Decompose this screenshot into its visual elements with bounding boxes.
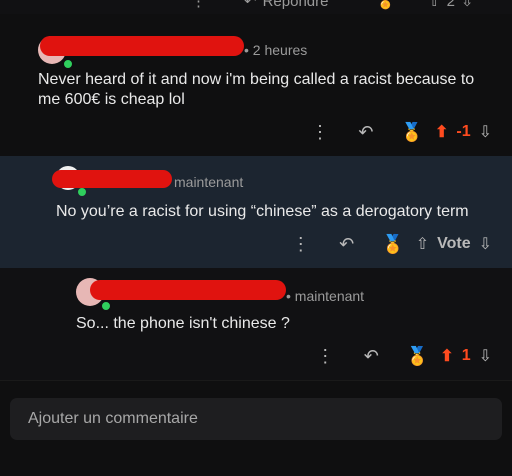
vote-group: ⬆ 1 ⇩ [440, 346, 492, 366]
vote-group: ⇧ Vote ⇩ [416, 234, 492, 254]
upvote-icon[interactable]: ⇧ [428, 0, 441, 10]
redacted-username [40, 36, 244, 56]
comment-text: No you’re a racist for using “chinese” a… [56, 203, 469, 220]
award-icon[interactable]: 🏅 [370, 230, 416, 258]
redacted-username [90, 280, 286, 300]
vote-count: 2 [446, 0, 455, 10]
score: 1 [461, 347, 471, 364]
vote-group: ⬆ -1 ⇩ [435, 122, 492, 142]
award-icon[interactable]: 🏅 [394, 342, 440, 370]
award-icon[interactable]: 🏅 [389, 118, 435, 146]
bottom-strip [0, 450, 512, 476]
reply-icon: ↶ [244, 0, 257, 10]
online-indicator [62, 58, 74, 70]
reply-icon[interactable]: ↶ [343, 118, 389, 146]
downvote-icon[interactable]: ⇩ [479, 234, 492, 254]
comment-time: maintenant [174, 174, 244, 190]
score: -1 [456, 123, 471, 140]
reply-icon[interactable]: ↶ [324, 230, 370, 258]
top-award-icon[interactable]: 🏅 [376, 0, 395, 10]
downvote-icon[interactable]: ⇩ [479, 122, 492, 142]
comment-2: maintenant No you’re a racist for using … [0, 156, 512, 268]
divider [0, 380, 512, 381]
add-comment-input[interactable]: Ajouter un commentaire [10, 398, 502, 440]
upvote-icon[interactable]: ⇧ [416, 234, 429, 254]
upvote-icon[interactable]: ⬆ [435, 122, 448, 142]
vote-label: Vote [437, 235, 471, 252]
comment-1: • 2 heures Never heard of it and now i'm… [0, 28, 512, 156]
comment-actions: ⋮ ↶ 🏅 ⬆ -1 ⇩ [297, 118, 492, 146]
online-indicator [100, 300, 112, 312]
comment-actions: ⋮ ↶ 🏅 ⬆ 1 ⇩ [302, 342, 492, 370]
comment-actions: ⋮ ↶ 🏅 ⇧ Vote ⇩ [278, 230, 492, 258]
top-more-icon[interactable]: ⋮ [191, 0, 206, 10]
more-icon[interactable]: ⋮ [278, 230, 324, 258]
top-vote-group: ⇧ 2 ⇩ [428, 0, 474, 10]
comment-3: • maintenant So... the phone isn't chine… [0, 268, 512, 380]
upvote-icon[interactable]: ⬆ [440, 346, 453, 366]
reply-icon[interactable]: ↶ [348, 342, 394, 370]
top-reply-button[interactable]: ↶ Répondre [244, 0, 328, 10]
more-icon[interactable]: ⋮ [297, 118, 343, 146]
redacted-username [52, 170, 172, 188]
comment-text: Never heard of it and now i'm being call… [38, 71, 475, 108]
downvote-icon[interactable]: ⇩ [479, 346, 492, 366]
placeholder-text: Ajouter un commentaire [28, 410, 198, 427]
top-action-bar: ⋮ ↶ Répondre 🏅 ⇧ 2 ⇩ [0, 0, 512, 14]
comment-time: • 2 heures [244, 42, 308, 58]
comment-time: • maintenant [286, 288, 365, 304]
more-icon[interactable]: ⋮ [302, 342, 348, 370]
comment-text: So... the phone isn't chinese ? [76, 315, 290, 332]
downvote-icon[interactable]: ⇩ [461, 0, 474, 10]
reply-label: Répondre [262, 0, 329, 10]
